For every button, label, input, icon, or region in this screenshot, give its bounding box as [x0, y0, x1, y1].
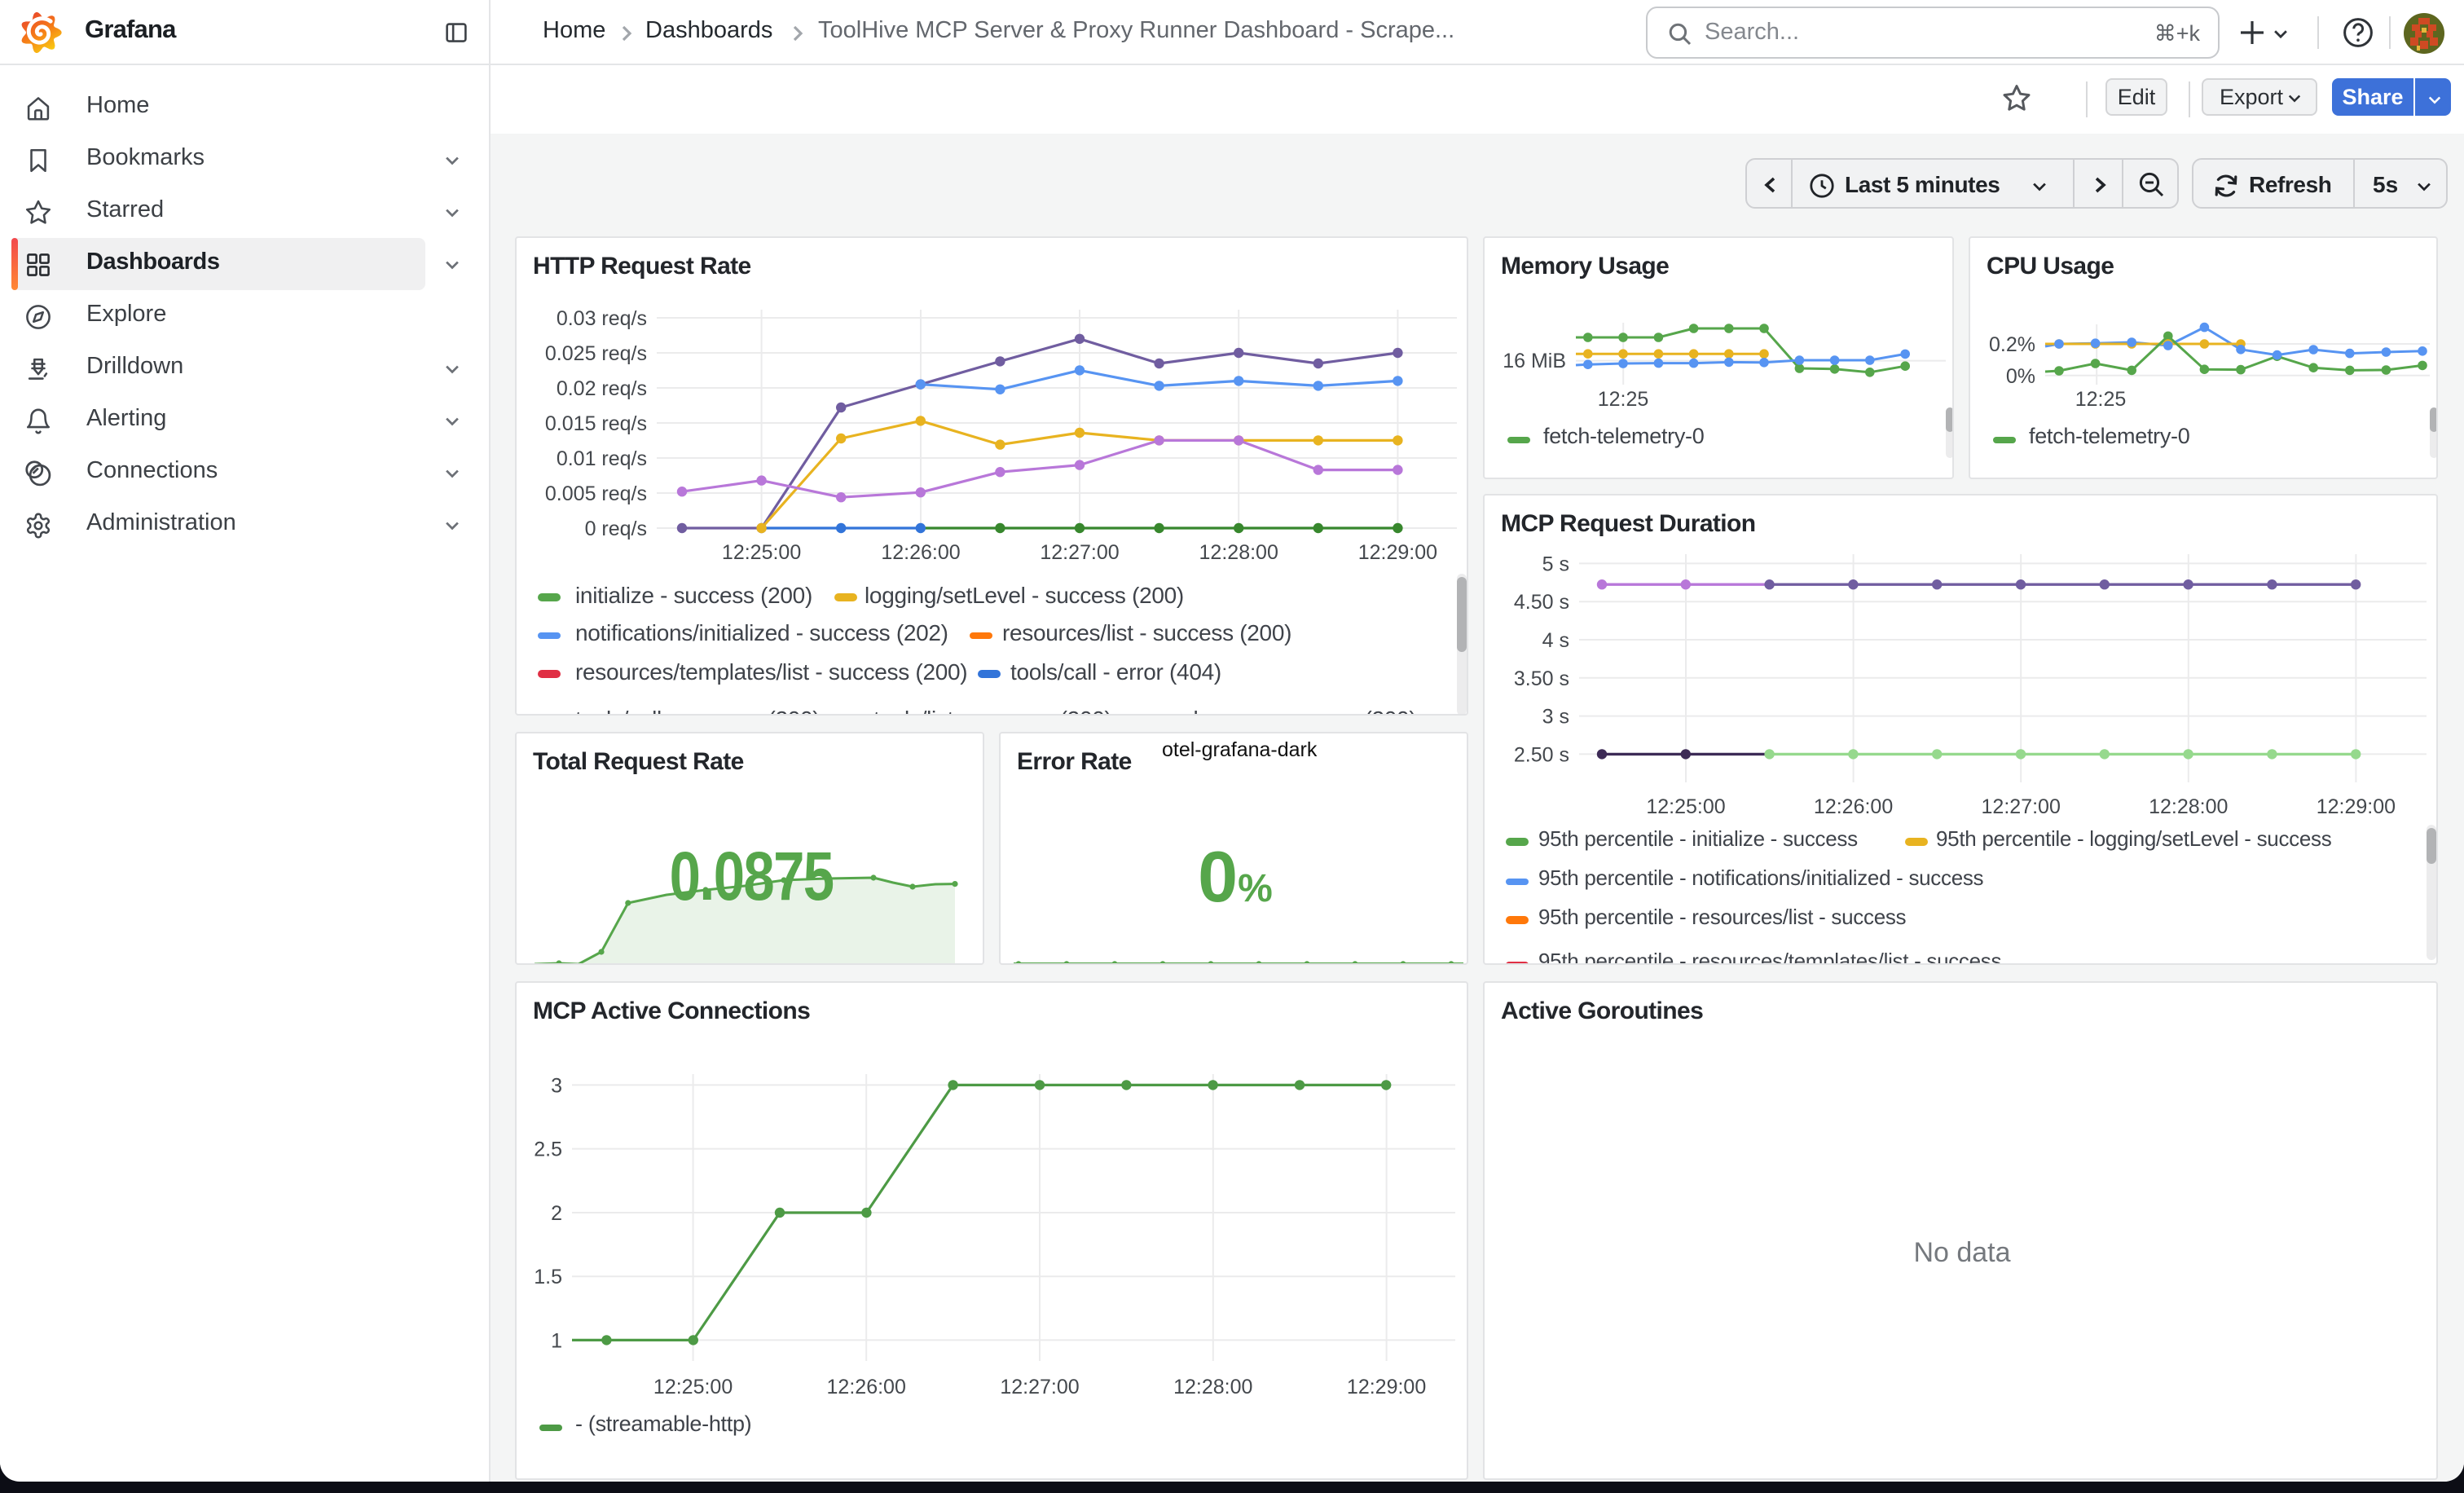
svg-text:0.01 req/s: 0.01 req/s — [557, 447, 647, 470]
svg-text:12:29:00: 12:29:00 — [2317, 795, 2396, 818]
svg-text:3.50 s: 3.50 s — [1514, 667, 1569, 690]
svg-text:12:29:00: 12:29:00 — [1358, 541, 1437, 564]
svg-text:1.5: 1.5 — [534, 1266, 562, 1288]
svg-text:12:25: 12:25 — [2075, 388, 2127, 411]
svg-text:2.5: 2.5 — [534, 1138, 562, 1161]
svg-text:2: 2 — [551, 1202, 562, 1225]
svg-text:12:28:00: 12:28:00 — [1199, 541, 1278, 564]
svg-text:0.02 req/s: 0.02 req/s — [557, 377, 647, 400]
svg-text:0.03 req/s: 0.03 req/s — [557, 307, 647, 330]
svg-text:0.015 req/s: 0.015 req/s — [545, 412, 647, 435]
svg-text:12:28:00: 12:28:00 — [1173, 1376, 1252, 1398]
svg-text:12:26:00: 12:26:00 — [827, 1376, 906, 1398]
svg-text:12:25:00: 12:25:00 — [653, 1376, 733, 1398]
svg-text:0%: 0% — [2006, 365, 2035, 388]
svg-text:12:26:00: 12:26:00 — [881, 541, 960, 564]
svg-text:12:29:00: 12:29:00 — [1347, 1376, 1426, 1398]
svg-text:12:28:00: 12:28:00 — [2149, 795, 2228, 818]
svg-text:4.50 s: 4.50 s — [1514, 591, 1569, 614]
svg-text:12:25: 12:25 — [1598, 388, 1649, 411]
svg-text:12:26:00: 12:26:00 — [1814, 795, 1893, 818]
svg-text:0.005 req/s: 0.005 req/s — [545, 482, 647, 505]
svg-text:2.50 s: 2.50 s — [1514, 743, 1569, 766]
svg-text:0.2%: 0.2% — [1989, 333, 2035, 356]
svg-text:1: 1 — [551, 1329, 562, 1352]
svg-text:5 s: 5 s — [1542, 553, 1569, 575]
svg-text:3: 3 — [551, 1074, 562, 1097]
svg-text:3 s: 3 s — [1542, 706, 1569, 729]
svg-text:4 s: 4 s — [1542, 629, 1569, 652]
svg-text:12:27:00: 12:27:00 — [1000, 1376, 1079, 1398]
svg-text:0.025 req/s: 0.025 req/s — [545, 342, 647, 365]
svg-text:16 MiB: 16 MiB — [1503, 350, 1566, 372]
svg-text:0 req/s: 0 req/s — [585, 517, 647, 540]
svg-text:12:27:00: 12:27:00 — [1040, 541, 1119, 564]
svg-text:12:25:00: 12:25:00 — [1646, 795, 1725, 818]
svg-text:12:25:00: 12:25:00 — [722, 541, 801, 564]
svg-text:12:27:00: 12:27:00 — [1982, 795, 2061, 818]
